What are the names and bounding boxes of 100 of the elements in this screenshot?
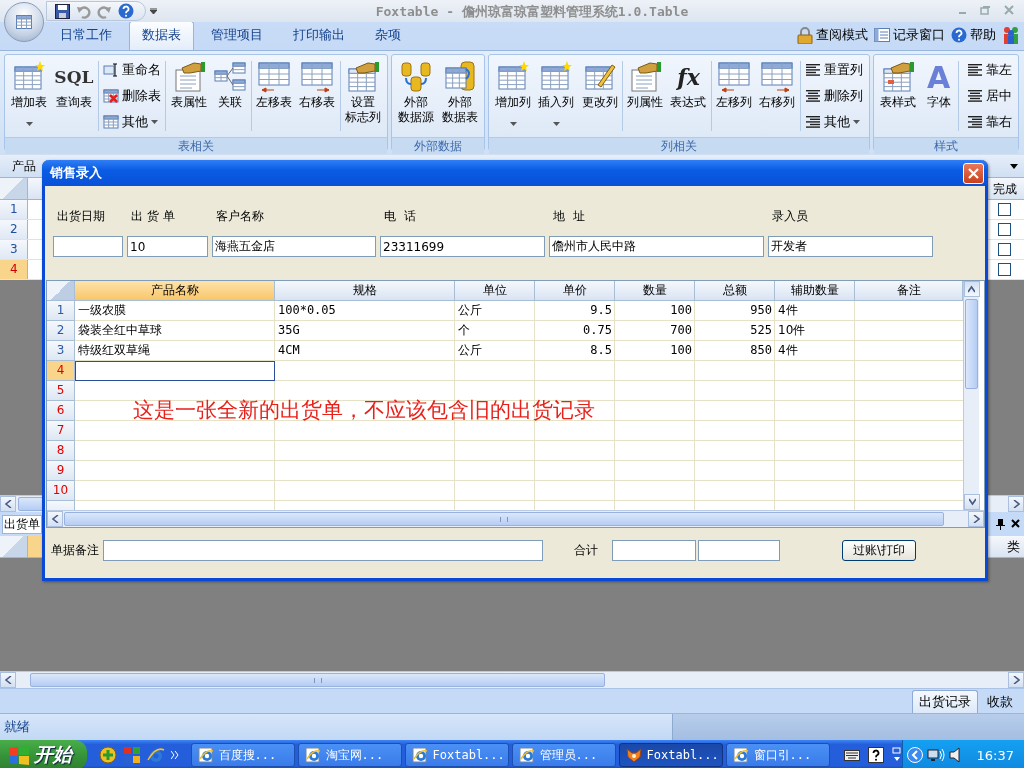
ribbon-button[interactable]: 左移列 xyxy=(713,57,756,135)
taskbar-button[interactable]: 管理员... xyxy=(511,743,616,767)
ribbon-tab[interactable]: 日常工作 xyxy=(47,21,125,50)
checkbox[interactable] xyxy=(998,223,1011,236)
column-header[interactable]: 单位 xyxy=(455,281,535,301)
checkbox[interactable] xyxy=(998,203,1011,216)
ribbon-small-button[interactable]: 删除列 xyxy=(801,84,866,108)
app-menu-button[interactable] xyxy=(4,2,44,42)
input-field[interactable] xyxy=(698,540,780,561)
ribbon-small-button[interactable]: 其他 xyxy=(801,110,866,134)
ribbon-tab[interactable]: 数据表 xyxy=(129,21,194,50)
taskbar-button[interactable]: Foxtabl... xyxy=(404,743,509,767)
ribbon-link[interactable]: 帮助 xyxy=(951,26,996,44)
customize-button[interactable] xyxy=(150,8,157,14)
ribbon-button[interactable]: 右移表 xyxy=(296,57,339,135)
help-button[interactable] xyxy=(118,3,134,19)
ribbon-link[interactable]: 记录窗口 xyxy=(874,26,945,44)
scroll-right-button[interactable] xyxy=(1008,496,1024,512)
browser-icon xyxy=(146,746,165,764)
checkbox[interactable] xyxy=(998,263,1011,276)
ribbon-tab[interactable]: 管理项目 xyxy=(198,21,276,50)
ribbon-tab[interactable]: 打印输出 xyxy=(280,21,358,50)
table-icon xyxy=(497,61,529,93)
input-field[interactable] xyxy=(612,540,696,561)
scroll-thumb[interactable] xyxy=(64,512,944,526)
ribbon-small-button[interactable]: 靠右 xyxy=(963,110,1015,134)
input-field[interactable]: 10 xyxy=(127,236,208,257)
scroll-down-button[interactable] xyxy=(964,494,980,510)
post-print-button[interactable]: 过账\打印 xyxy=(842,540,916,561)
row-number: 3 xyxy=(47,341,75,361)
column-header[interactable]: 单价 xyxy=(535,281,615,301)
ribbon-button[interactable]: 列属性 xyxy=(624,57,667,135)
scroll-up-button[interactable] xyxy=(964,281,980,297)
ribbon-button[interactable]: 外部 数据源 xyxy=(395,57,437,135)
launcher-button[interactable] xyxy=(146,746,165,764)
column-header[interactable]: 产品名称 xyxy=(75,281,275,301)
launcher-button[interactable] xyxy=(122,746,141,764)
ribbon-small-button[interactable]: 靠左 xyxy=(963,58,1015,82)
ribbon-small-button[interactable]: 其他 xyxy=(100,110,165,134)
input-field[interactable]: 开发者 xyxy=(768,236,933,257)
close-icon xyxy=(1011,518,1020,528)
undo-button[interactable] xyxy=(76,3,91,19)
input-field[interactable] xyxy=(103,540,543,561)
save-button[interactable] xyxy=(55,3,70,19)
ribbon-button[interactable]: 增加列 xyxy=(492,57,534,135)
ribbon-button[interactable]: 表属性 xyxy=(167,57,210,135)
ribbon-button[interactable]: 插入列 xyxy=(535,57,578,135)
column-header[interactable]: 数量 xyxy=(615,281,695,301)
scroll-thumb[interactable] xyxy=(965,299,978,389)
taskbar-button[interactable]: 百度搜... xyxy=(190,743,295,767)
ribbon-button[interactable]: 表样式 xyxy=(877,57,919,135)
sheet-tab[interactable]: 产品 xyxy=(12,157,36,175)
ribbon-button[interactable]: 设置 标志列 xyxy=(342,57,384,135)
ribbon-button[interactable]: 右移列 xyxy=(756,57,799,135)
scroll-left-button[interactable] xyxy=(0,672,16,688)
checkbox[interactable] xyxy=(998,243,1011,256)
taskbar-button[interactable]: 淘宝网... xyxy=(297,743,402,767)
sheet-tab[interactable]: 出货记录 xyxy=(912,690,978,713)
scroll-right-button[interactable] xyxy=(1008,672,1024,688)
table-cell-text: 4CM xyxy=(277,342,301,359)
ribbon-small-button[interactable]: 重命名 xyxy=(100,58,165,82)
ribbon-button[interactable]: 左移表 xyxy=(252,57,295,135)
taskbar-button[interactable]: Foxtabl... xyxy=(618,743,723,767)
taskbar-button[interactable]: 窗口引... xyxy=(725,743,830,767)
ribbon-link[interactable]: 查阅模式 xyxy=(797,26,868,44)
ribbon-small-button[interactable]: 重置列 xyxy=(801,58,866,82)
scroll-thumb[interactable] xyxy=(30,673,605,687)
redo-button[interactable] xyxy=(97,3,112,19)
cell-editor[interactable] xyxy=(75,361,275,381)
ribbon-small-button[interactable]: 居中 xyxy=(963,84,1015,108)
sheet-tab[interactable]: 收款 xyxy=(980,690,1020,713)
close-button[interactable] xyxy=(1011,518,1020,530)
more-button[interactable] xyxy=(170,751,179,759)
ribbon-tab[interactable]: 杂项 xyxy=(362,21,414,50)
column-header: 类 xyxy=(1006,538,1021,556)
input-field[interactable] xyxy=(53,236,123,257)
scroll-left-button[interactable] xyxy=(0,496,16,512)
column-header[interactable]: 备注 xyxy=(855,281,963,301)
scroll-right-button[interactable] xyxy=(968,511,984,527)
ribbon-button[interactable]: 外部 数据表 xyxy=(439,57,481,135)
ribbon-button[interactable]: fx 表达式 xyxy=(667,57,710,135)
show-hidden-button[interactable] xyxy=(906,747,923,763)
input-field[interactable]: 23311699 xyxy=(380,236,545,257)
ribbon-button[interactable]: SQL 查询表 xyxy=(51,57,97,135)
start-button[interactable]: 开始 xyxy=(0,740,87,768)
pin-button[interactable] xyxy=(996,518,1005,530)
column-header[interactable]: 总额 xyxy=(695,281,775,301)
ribbon-small-button[interactable]: 删除表 xyxy=(100,84,165,108)
close-icon xyxy=(1004,5,1014,15)
input-field[interactable]: 儋州市人民中路 xyxy=(549,236,764,257)
ribbon-button[interactable]: 增加表 xyxy=(8,57,50,135)
column-header[interactable]: 规格 xyxy=(275,281,455,301)
users-button[interactable] xyxy=(1002,26,1020,44)
scroll-left-button[interactable] xyxy=(47,511,63,527)
input-field[interactable]: 海燕五金店 xyxy=(212,236,376,257)
ribbon-button[interactable]: 关联 xyxy=(211,57,250,135)
launcher-button[interactable] xyxy=(98,746,117,764)
column-header[interactable]: 辅助数量 xyxy=(775,281,855,301)
ribbon-button[interactable]: A 字体 xyxy=(923,57,954,135)
ribbon-button[interactable]: 更改列 xyxy=(578,57,621,135)
